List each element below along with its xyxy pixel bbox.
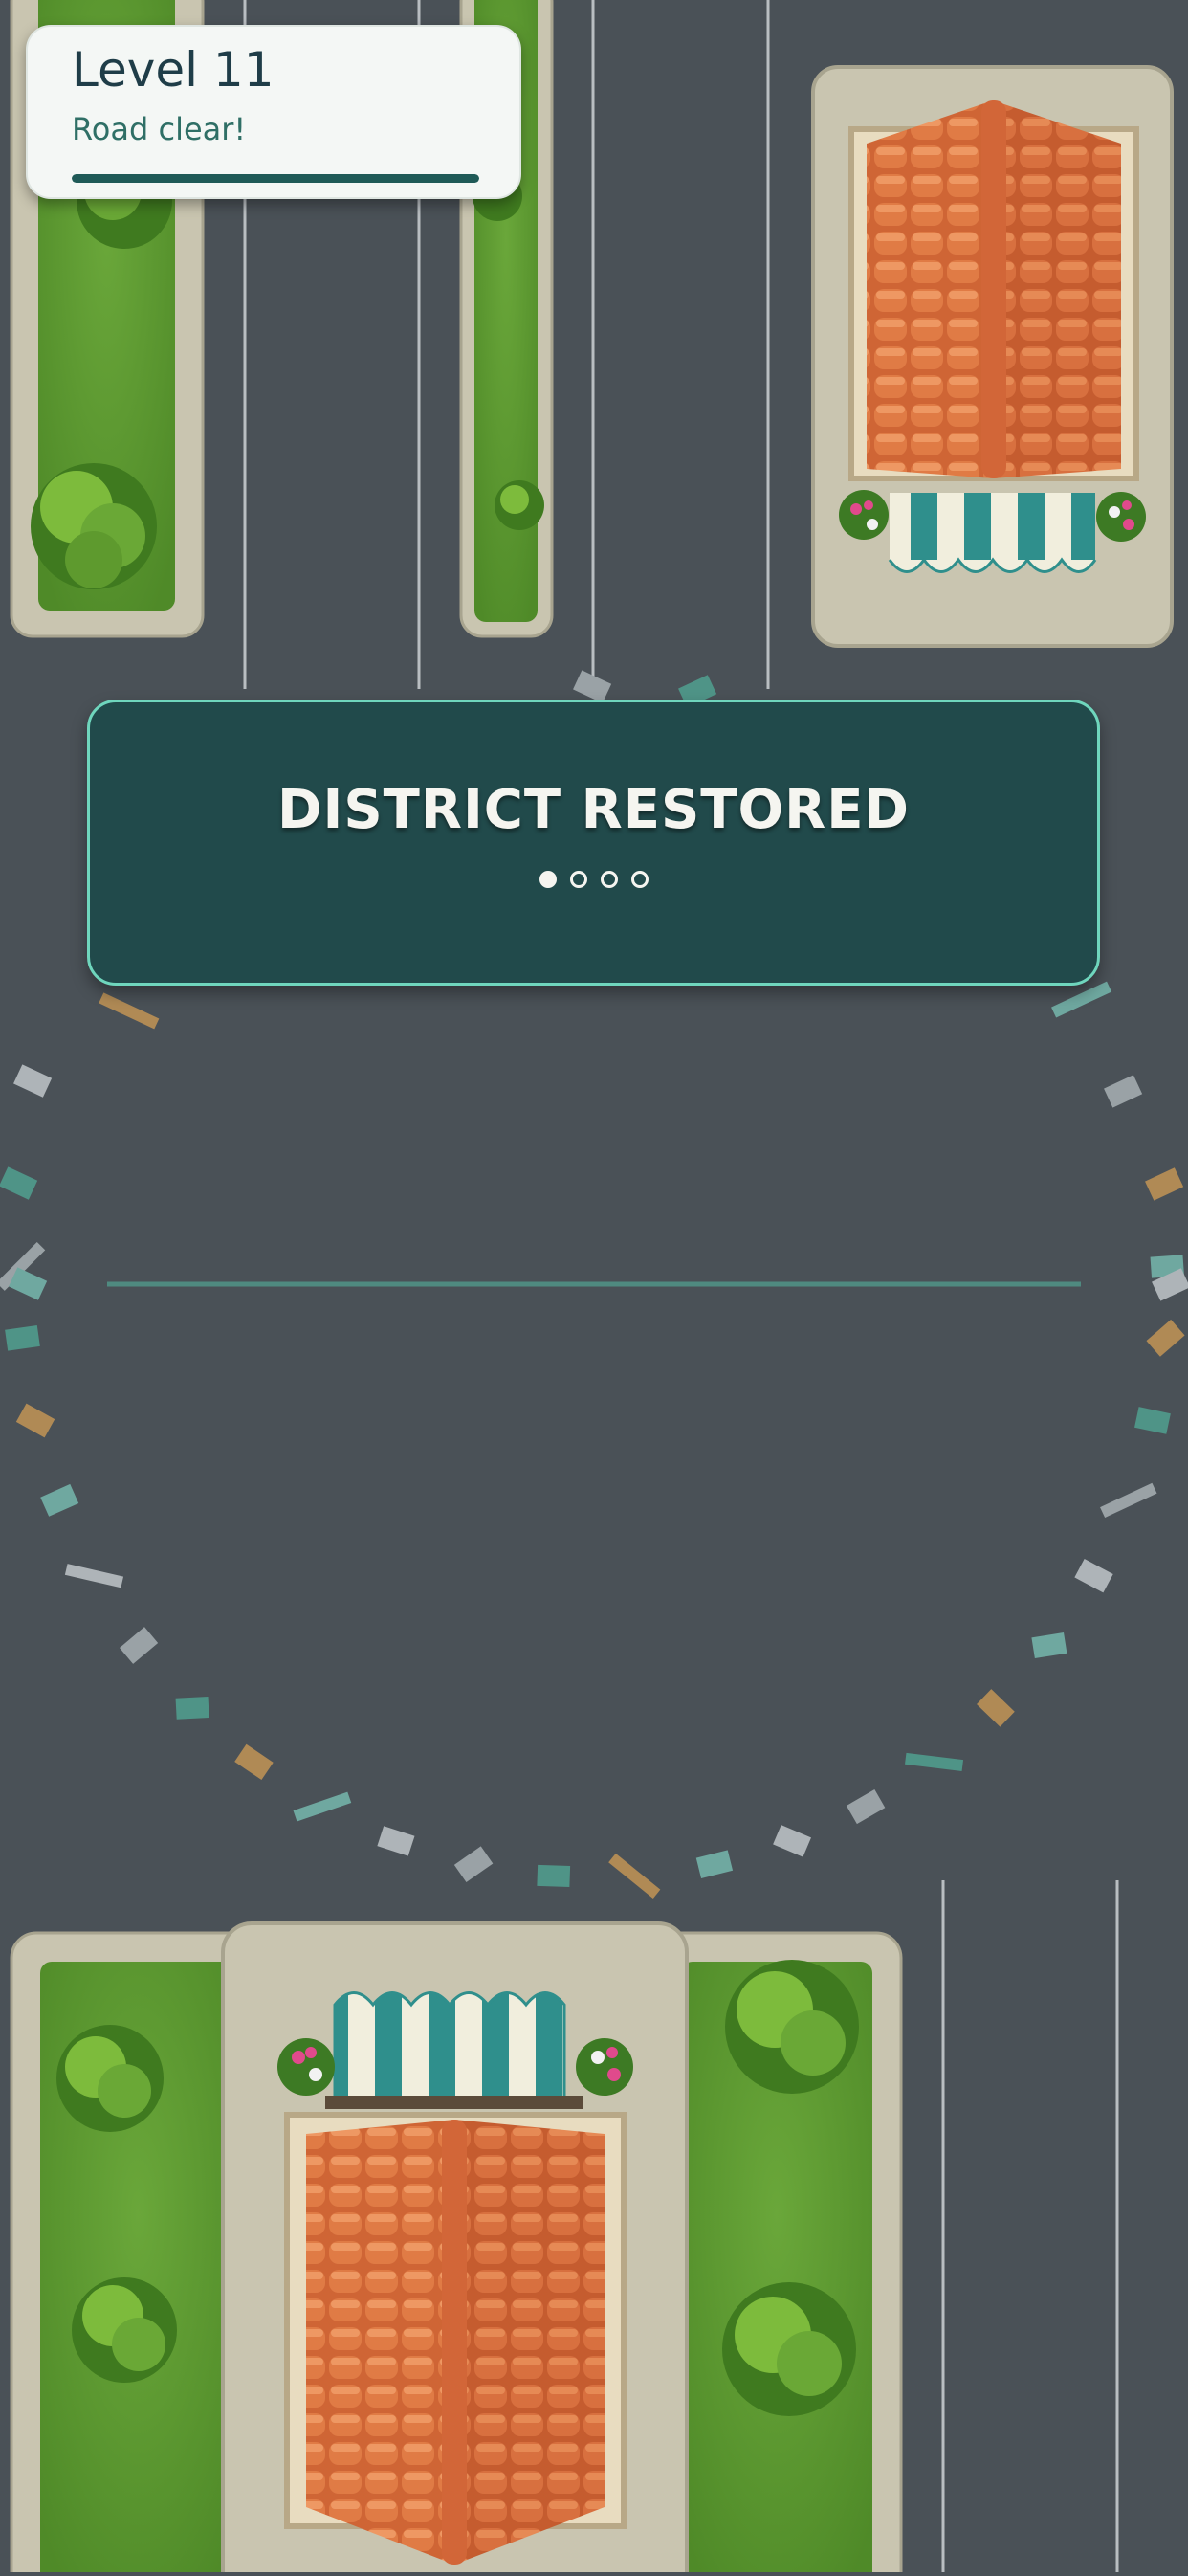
shop-building-top: [811, 65, 1174, 648]
roof-icon: [867, 100, 1121, 478]
flower-box-icon: [576, 2038, 633, 2096]
tree-icon: [72, 2277, 177, 2383]
status-text: Road clear!: [72, 111, 247, 147]
tree-icon: [722, 2282, 856, 2416]
game-scene: Level 11 Road clear! DISTRICT RESTORED: [0, 0, 1188, 2576]
confetti-piece: [5, 1325, 40, 1351]
shop-building-bottom: [221, 1921, 689, 2576]
level-label: Level 11: [72, 42, 275, 98]
banner-title: DISTRICT RESTORED: [277, 779, 910, 841]
city-map: [0, 0, 1188, 2576]
page-dot[interactable]: [630, 871, 649, 888]
page-dot[interactable]: [539, 871, 557, 888]
awning-icon: [325, 1991, 583, 2109]
tree-icon: [725, 1960, 859, 2094]
flower-box-icon: [277, 2038, 335, 2096]
district-restored-banner[interactable]: DISTRICT RESTORED: [87, 700, 1100, 986]
tree-icon: [495, 480, 544, 530]
page-dot[interactable]: [569, 871, 587, 888]
level-progress-fill: [72, 174, 479, 183]
roof-icon: [306, 2120, 605, 2565]
page-dot[interactable]: [600, 871, 618, 888]
tree-icon: [56, 2025, 164, 2132]
level-card: Level 11 Road clear!: [26, 25, 521, 199]
tree-icon: [31, 463, 157, 589]
flower-box-icon: [839, 490, 889, 540]
awning-icon: [888, 493, 1097, 573]
level-progress-bar: [72, 174, 479, 183]
page-indicator: [90, 871, 1097, 888]
flower-box-icon: [1096, 492, 1146, 542]
confetti-piece: [175, 1696, 209, 1720]
confetti-piece: [537, 1864, 571, 1888]
